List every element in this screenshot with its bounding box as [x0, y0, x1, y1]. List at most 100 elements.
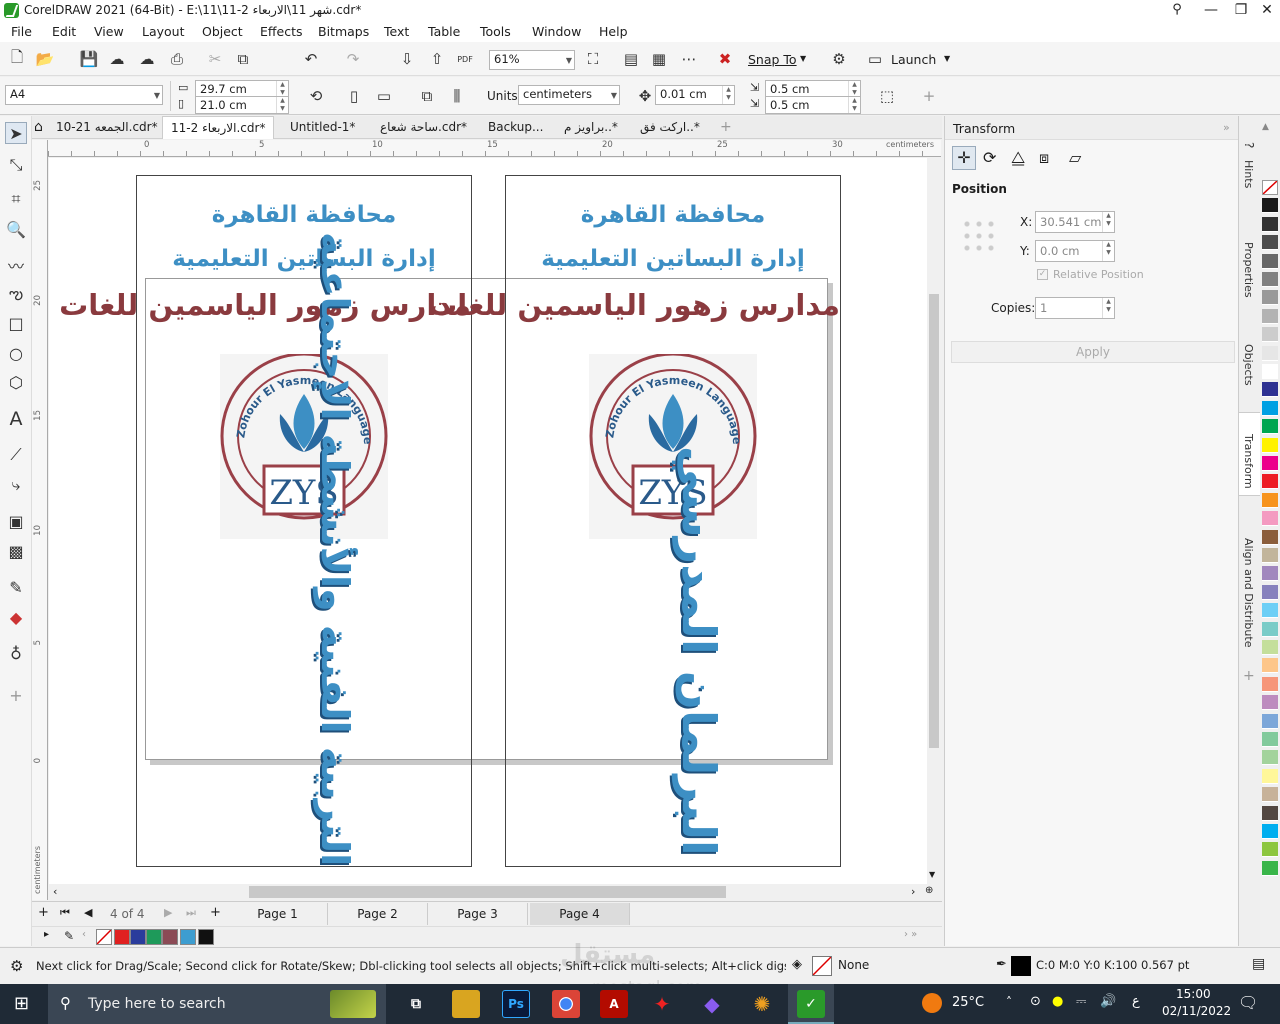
app-red-icon[interactable]: ✦: [648, 990, 676, 1018]
menu-effects[interactable]: Effects: [260, 24, 303, 39]
home-icon[interactable]: ⌂: [34, 119, 43, 135]
docker-tab-properties[interactable]: Properties: [1242, 242, 1255, 298]
horizontal-scrollbar[interactable]: ‹ › ⊕: [49, 884, 941, 900]
next-page-icon[interactable]: ▶: [164, 906, 172, 919]
position-mode-icon[interactable]: ✛: [952, 146, 976, 170]
palette-swatch[interactable]: [1262, 492, 1278, 508]
new-tab-icon[interactable]: +: [720, 119, 732, 135]
undo-icon[interactable]: ↶: [300, 48, 322, 70]
chrome-icon[interactable]: [552, 990, 580, 1018]
import-icon[interactable]: ⇩: [396, 48, 418, 70]
artistic-media-icon[interactable]: ఌ: [5, 284, 27, 306]
rectangle-tool-icon[interactable]: □: [5, 312, 27, 334]
chevron-down-icon[interactable]: ▼: [944, 54, 950, 63]
bleed-icon[interactable]: ⫼: [446, 85, 468, 107]
ellipse-tool-icon[interactable]: ○: [5, 342, 27, 364]
menu-view[interactable]: View: [94, 24, 124, 39]
skew-mode-icon[interactable]: ▱: [1069, 148, 1081, 167]
palette-swatch[interactable]: [1262, 787, 1278, 803]
windows-start-icon[interactable]: ⊞: [14, 993, 29, 1014]
doc-swatch[interactable]: [162, 929, 178, 945]
app-sun-icon[interactable]: ✺: [748, 990, 776, 1018]
palette-swatch[interactable]: [1262, 750, 1278, 766]
chevron-down-icon[interactable]: ▼: [611, 88, 617, 104]
user-icon[interactable]: ⚲: [1160, 0, 1194, 22]
palette-swatch[interactable]: [1262, 419, 1278, 435]
settings-gear-icon[interactable]: ⚙: [10, 957, 23, 975]
duplicate-y-field[interactable]: 0.5 cm ▲ ▼: [765, 96, 861, 114]
sign-right[interactable]: محافظة القاهرة إدارة البساتين التعليمية …: [428, 175, 841, 867]
anchor-grid-icon[interactable]: [961, 218, 995, 252]
spinner-icon[interactable]: ▲ ▼: [722, 86, 734, 104]
crop-tool-icon[interactable]: ⌗: [5, 188, 27, 210]
spinner-icon[interactable]: ▲ ▼: [276, 81, 288, 97]
palette-swatch[interactable]: [1262, 824, 1278, 839]
freehand-tool-icon[interactable]: 〰: [5, 254, 27, 276]
minimize-button[interactable]: —: [1194, 0, 1228, 22]
tray-chevron-up-icon[interactable]: ˄: [1006, 995, 1012, 1009]
file-explorer-icon[interactable]: [452, 990, 480, 1018]
menu-file[interactable]: File: [11, 24, 32, 39]
copy-icon[interactable]: ⧉: [232, 48, 254, 70]
transparency-tool-icon[interactable]: ▩: [5, 540, 27, 562]
palette-swatch[interactable]: [1262, 456, 1278, 471]
palette-swatch[interactable]: [1262, 768, 1278, 784]
menu-table[interactable]: Table: [428, 24, 460, 39]
palette-swatch[interactable]: [1262, 308, 1278, 324]
dimension-tool-icon[interactable]: ⟋: [5, 444, 27, 466]
docker-expand-icon[interactable]: »: [1223, 121, 1230, 134]
page-tab-2[interactable]: Page 2: [328, 903, 428, 925]
all-pages-icon[interactable]: ⟲: [305, 85, 327, 107]
no-color-swatch[interactable]: [96, 929, 112, 945]
polygon-tool-icon[interactable]: ⬡: [5, 371, 27, 393]
spinner-icon[interactable]: ▲ ▼: [1102, 241, 1114, 261]
rulers-icon[interactable]: ▤: [620, 48, 642, 70]
palette-eyedropper-icon[interactable]: ✎: [64, 929, 74, 943]
eyedropper-tool-icon[interactable]: ✎: [5, 576, 27, 598]
add-page-after-icon[interactable]: +: [210, 905, 221, 920]
palette-swatch[interactable]: [1262, 676, 1278, 692]
current-page-icon[interactable]: ⧉: [416, 85, 438, 107]
doc-swatch[interactable]: [114, 929, 130, 945]
chevron-down-icon[interactable]: ▼: [800, 54, 806, 63]
clock-date[interactable]: 02/11/2022: [1162, 1004, 1231, 1018]
add-icon[interactable]: +: [918, 85, 940, 107]
palette-swatch[interactable]: [1262, 566, 1278, 582]
page-border-icon[interactable]: ⬚: [876, 85, 898, 107]
doc-tab-4[interactable]: ساحة شعاع.cdr*: [372, 116, 475, 139]
page-tab-4[interactable]: Page 4: [530, 903, 630, 925]
palette-swatch[interactable]: [1262, 474, 1278, 490]
palette-swatch[interactable]: [1262, 805, 1278, 821]
scroll-down-icon[interactable]: ▼: [929, 870, 935, 879]
palette-swatch[interactable]: [1262, 437, 1278, 453]
zoom-level-field[interactable]: 61% ▼: [489, 50, 575, 70]
grid-icon[interactable]: ▦: [648, 48, 670, 70]
first-page-icon[interactable]: ⏮: [60, 906, 70, 920]
add-tool-icon[interactable]: +: [5, 684, 27, 706]
snap-to-button[interactable]: Snap To: [748, 52, 797, 67]
new-document-icon[interactable]: 🗋: [6, 48, 28, 70]
y-position-field[interactable]: 0.0 cm ▲ ▼: [1035, 240, 1115, 262]
task-view-icon[interactable]: ⧉: [402, 990, 430, 1018]
doc-tab-7[interactable]: اركت فق..*: [632, 116, 708, 139]
x-position-field[interactable]: 30.541 cm ▲ ▼: [1035, 211, 1115, 233]
export-icon[interactable]: ⇧: [426, 48, 448, 70]
page-size-select[interactable]: A4 ▼: [5, 85, 163, 105]
shadow-tool-icon[interactable]: ▣: [5, 510, 27, 532]
palette-swatch[interactable]: [1262, 548, 1278, 563]
doc-swatch[interactable]: [130, 929, 146, 945]
palette-swatch[interactable]: [1262, 364, 1278, 379]
doc-swatch[interactable]: [198, 929, 214, 945]
menu-window[interactable]: Window: [532, 24, 581, 39]
interactive-fill-icon[interactable]: ◆: [5, 606, 27, 628]
zoom-tool-icon[interactable]: 🔍: [5, 218, 27, 240]
palette-expand-icon[interactable]: ▸: [44, 929, 49, 940]
add-docker-icon[interactable]: +: [1243, 668, 1255, 684]
spinner-icon[interactable]: ▲ ▼: [848, 97, 860, 113]
palette-swatch[interactable]: [1262, 272, 1278, 287]
guidelines-icon[interactable]: ⋯: [678, 48, 700, 70]
units-select[interactable]: centimeters ▼: [518, 85, 620, 105]
docker-tab-objects[interactable]: Objects: [1242, 344, 1255, 386]
palette-swatch[interactable]: [1262, 713, 1278, 729]
notifications-icon[interactable]: 🗨: [1238, 993, 1258, 1012]
